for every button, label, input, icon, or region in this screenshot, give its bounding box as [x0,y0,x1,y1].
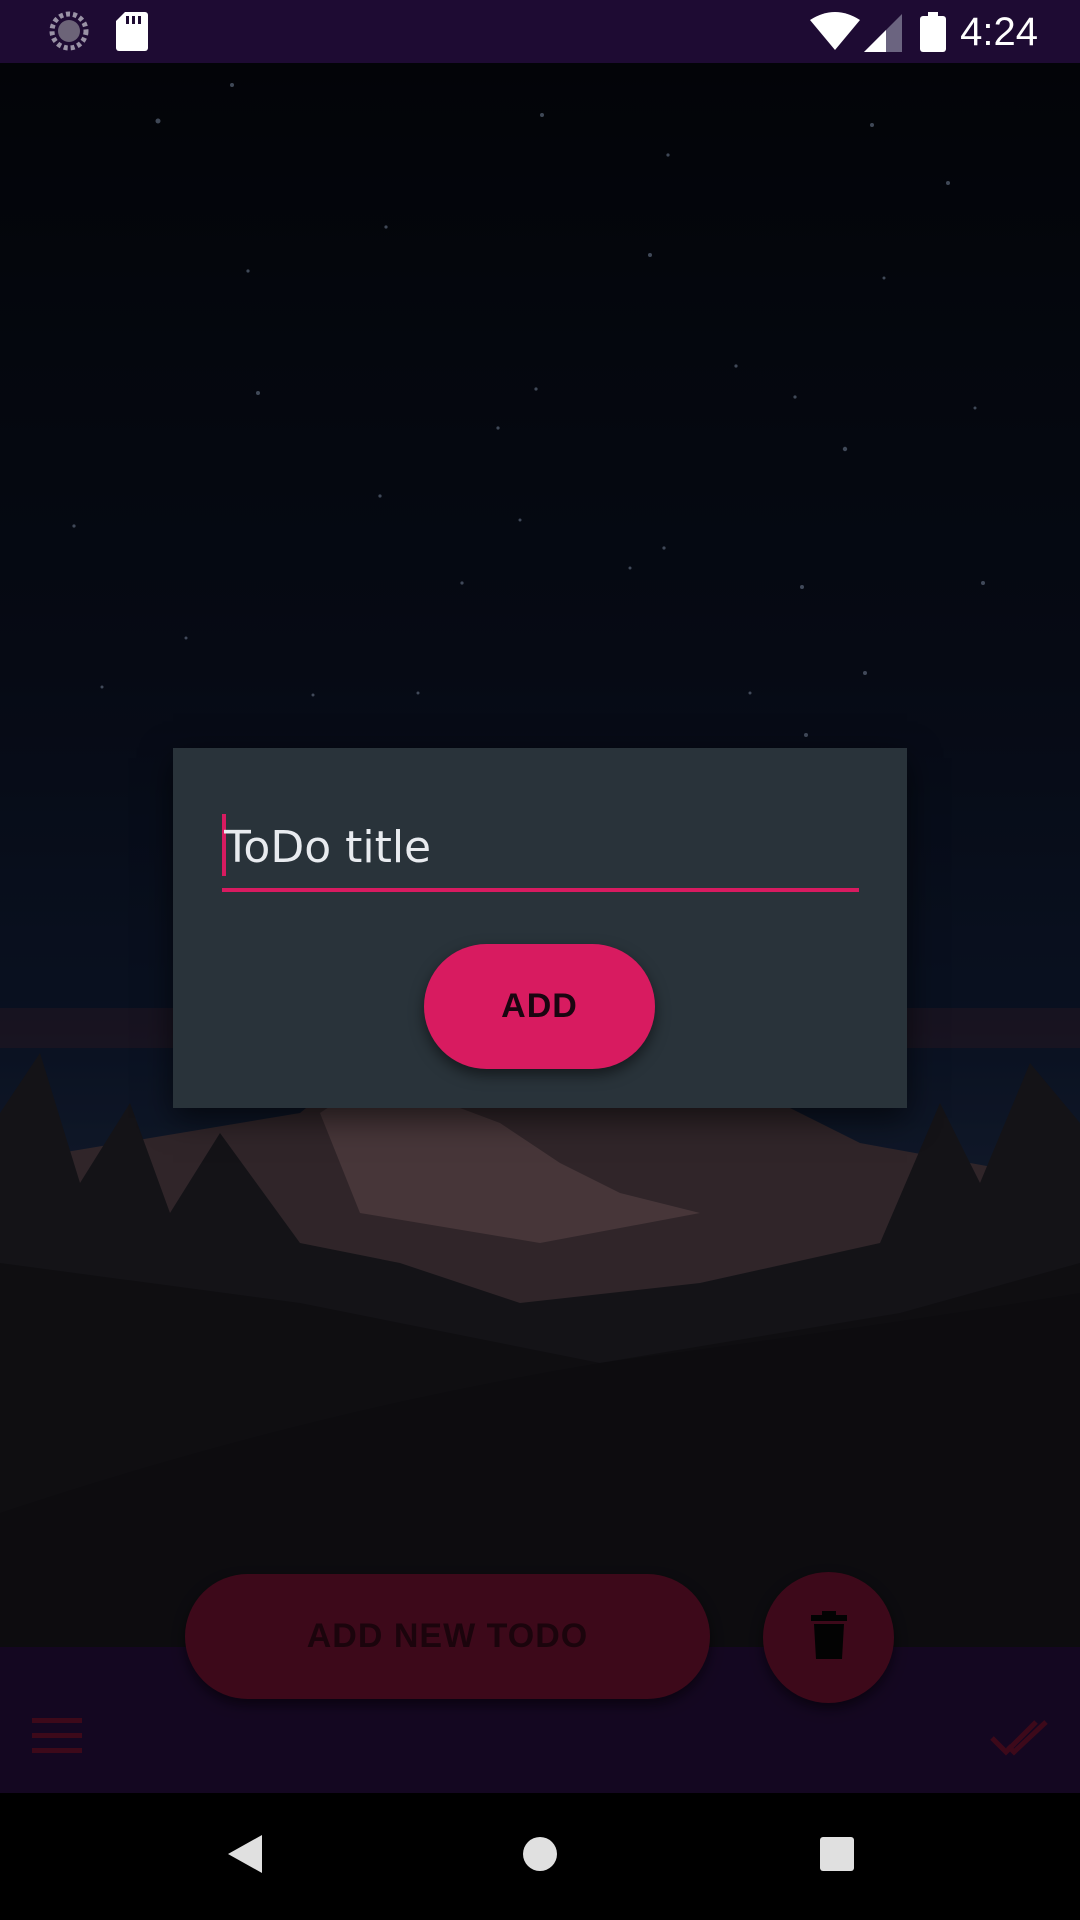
back-icon [228,1835,262,1878]
loading-circle-icon [48,10,90,57]
home-icon [522,1836,558,1877]
home-button[interactable] [500,1793,580,1920]
add-button[interactable]: ADD [424,944,655,1069]
back-button[interactable] [205,1793,285,1920]
status-bar: 4:24 [0,0,1080,63]
todo-title-field[interactable] [222,812,859,892]
cell-signal-icon [864,14,902,57]
system-nav-bar [0,1793,1080,1920]
status-time: 4:24 [960,10,1038,54]
recents-icon [820,1837,854,1876]
wifi-icon [810,12,860,57]
sd-card-icon [115,10,149,57]
battery-icon [920,12,946,57]
recents-button[interactable] [797,1793,877,1920]
add-todo-dialog: ADD [173,748,907,1108]
todo-title-input[interactable] [224,812,854,882]
